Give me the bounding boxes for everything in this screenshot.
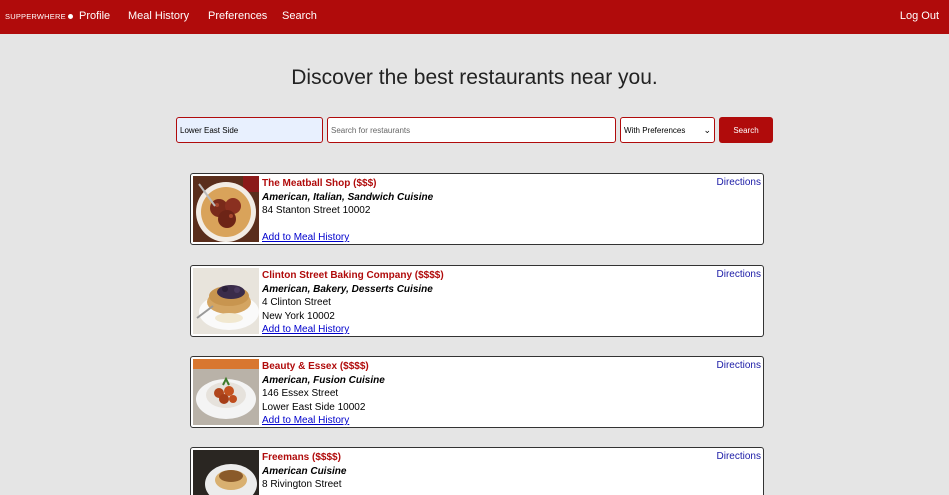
brand-name: SUPPERWHERE: [5, 12, 66, 21]
restaurant-cuisine: American Cuisine: [262, 465, 347, 477]
restaurant-card: The Meatball Shop ($$$) American, Italia…: [190, 173, 764, 245]
restaurant-address-line1: 8 Rivington Street: [262, 479, 342, 490]
restaurant-info: Freemans ($$$$) American Cuisine 8 Rivin…: [262, 451, 346, 492]
page-headline: Discover the best restaurants near you.: [291, 66, 658, 89]
restaurant-address-line2: [262, 218, 433, 232]
restaurant-info: Clinton Street Baking Company ($$$$) Ame…: [262, 269, 444, 337]
preferences-select[interactable]: With Preferences ⌄: [620, 117, 715, 143]
restaurant-address-line1: 4 Clinton Street: [262, 297, 331, 308]
directions-link[interactable]: Directions: [717, 269, 761, 280]
nav-link-meal-history[interactable]: Meal History: [128, 10, 189, 22]
chevron-down-icon: ⌄: [703, 124, 711, 135]
add-to-meal-history-link[interactable]: Add to Meal History: [262, 323, 444, 337]
add-to-meal-history-link[interactable]: Add to Meal History: [262, 231, 433, 245]
restaurant-photo-dish[interactable]: [193, 359, 259, 425]
restaurant-search-input[interactable]: [327, 117, 616, 143]
restaurant-info: The Meatball Shop ($$$) American, Italia…: [262, 177, 433, 245]
logout-link[interactable]: Log Out: [900, 10, 939, 22]
nav-link-search[interactable]: Search: [282, 10, 317, 22]
directions-link[interactable]: Directions: [717, 177, 761, 188]
restaurant-cuisine: American, Italian, Sandwich Cuisine: [262, 191, 434, 203]
restaurant-name[interactable]: Clinton Street Baking Company ($$$$): [262, 269, 444, 283]
restaurant-photo-meatballs[interactable]: [193, 176, 259, 242]
restaurant-cuisine: American, Fusion Cuisine: [262, 374, 385, 386]
restaurant-cuisine: American, Bakery, Desserts Cuisine: [262, 283, 433, 295]
restaurant-address-line1: 146 Essex Street: [262, 388, 339, 399]
directions-link[interactable]: Directions: [717, 360, 761, 371]
restaurant-card: Beauty & Essex ($$$$) American, Fusion C…: [190, 356, 764, 428]
restaurant-name[interactable]: Beauty & Essex ($$$$): [262, 360, 385, 374]
search-button[interactable]: Search: [719, 117, 773, 143]
restaurant-address-line2: New York 10002: [262, 310, 335, 322]
add-to-meal-history-link[interactable]: Add to Meal History: [262, 414, 385, 428]
restaurant-address-line2: Lower East Side 10002: [262, 401, 366, 413]
brand-dot-icon: [67, 14, 73, 19]
restaurant-name[interactable]: Freemans ($$$$): [262, 451, 346, 465]
nav-link-preferences[interactable]: Preferences: [208, 10, 267, 22]
restaurant-photo-pancakes[interactable]: [193, 268, 259, 334]
restaurant-card: Clinton Street Baking Company ($$$$) Ame…: [190, 265, 764, 337]
restaurant-info: Beauty & Essex ($$$$) American, Fusion C…: [262, 360, 385, 428]
top-navbar: SUPPERWHERE Profile Meal History Prefere…: [0, 0, 949, 34]
restaurant-card: Freemans ($$$$) American Cuisine 8 Rivin…: [190, 447, 764, 495]
restaurant-name[interactable]: The Meatball Shop ($$$): [262, 177, 433, 191]
restaurant-photo-plate[interactable]: [193, 450, 259, 495]
nav-link-profile[interactable]: Profile: [79, 10, 110, 22]
directions-link[interactable]: Directions: [717, 451, 761, 462]
brand-logo[interactable]: SUPPERWHERE: [5, 12, 73, 21]
restaurant-address-line1: 84 Stanton Street 10002: [262, 205, 371, 216]
location-input[interactable]: [176, 117, 323, 143]
preferences-select-value: With Preferences: [624, 125, 686, 135]
